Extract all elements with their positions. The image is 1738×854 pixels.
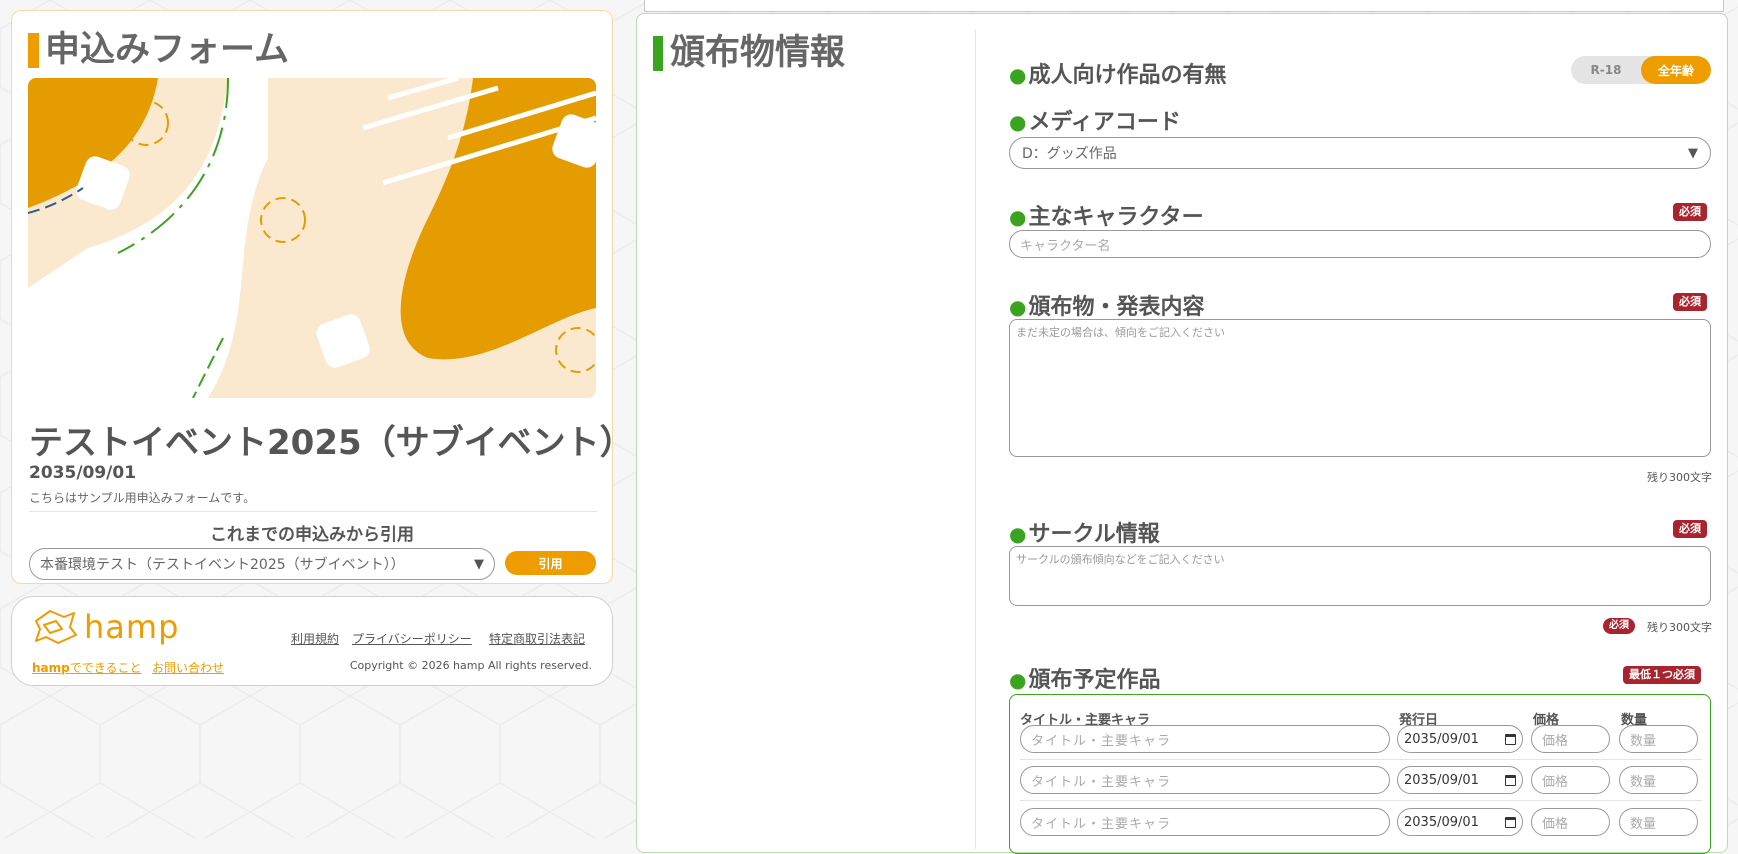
required-badge: 必須 [1673, 293, 1707, 311]
distribution-heading: 頒布物情報 [653, 36, 845, 71]
required-badge: 必須 [1673, 203, 1707, 221]
commerce-law-link[interactable]: 特定商取引法表記 [489, 630, 585, 647]
about-link-brand: hamp [32, 661, 70, 675]
event-date: 2035/09/01 [29, 463, 137, 483]
required-badge-small: 必須 [1603, 618, 1635, 634]
work-title-input[interactable]: タイトル・主要キャラ [1020, 725, 1390, 753]
work-qty-input[interactable]: 数量 [1619, 808, 1698, 836]
content-label: ●頒布物・発表内容 [1009, 295, 1205, 320]
circle-info-label: ●サークル情報 [1009, 522, 1160, 547]
column-divider [975, 29, 976, 849]
previous-application-value: 本番環境テスト（テストイベント2025（サブイベント）） [40, 557, 405, 573]
age-rating-toggle[interactable]: R-18 全年齢 [1571, 56, 1711, 84]
work-price-input[interactable]: 価格 [1531, 808, 1610, 836]
event-hero-image [28, 78, 596, 398]
event-title: テストイベント2025（サブイベント） [29, 423, 634, 463]
r18-option[interactable]: R-18 [1571, 56, 1641, 84]
work-date-value: 2035/09/01 [1404, 814, 1479, 830]
work-qty-input[interactable]: 数量 [1619, 725, 1698, 753]
divider [29, 511, 597, 512]
previous-application-select[interactable]: 本番環境テスト（テストイベント2025（サブイベント）） ▼ [29, 548, 495, 580]
all-ages-option[interactable]: 全年齢 [1641, 56, 1711, 84]
work-row: タイトル・主要キャラ 2035/09/01 価格 数量 [1020, 762, 1702, 798]
content-textarea[interactable]: まだ未定の場合は、傾向をご記入ください [1009, 319, 1711, 457]
media-code-value: D：グッズ作品 [1022, 146, 1117, 162]
work-date-value: 2035/09/01 [1404, 772, 1479, 788]
work-title-input[interactable]: タイトル・主要キャラ [1020, 808, 1390, 836]
minimum-one-required-badge: 最低１つ必須 [1623, 666, 1701, 684]
copyright: Copyright © 2026 hamp All rights reserve… [349, 659, 592, 672]
media-code-label: ●メディアコード [1009, 110, 1181, 135]
about-link-text: でできること [69, 661, 142, 675]
about-link[interactable]: hampでできること [32, 659, 142, 676]
circle-info-textarea[interactable]: サークルの頒布傾向などをご記入ください [1009, 546, 1711, 606]
adult-content-label: ●成人向け作品の有無 [1009, 63, 1227, 88]
chevron-down-icon: ▼ [474, 556, 484, 572]
form-title: 申込みフォーム [28, 33, 289, 68]
planned-works-table: タイトル・主要キャラ 発行日 価格 数量 タイトル・主要キャラ 2035/09/… [1009, 694, 1711, 854]
character-name-input[interactable]: キャラクター名 [1009, 230, 1711, 258]
media-code-label-text: メディアコード [1028, 110, 1181, 135]
copy-button[interactable]: 引用 [505, 551, 596, 575]
logo-text: hamp [84, 608, 180, 646]
work-date-input[interactable]: 2035/09/01 [1397, 808, 1523, 836]
contact-link[interactable]: お問い合わせ [152, 659, 224, 676]
work-title-input[interactable]: タイトル・主要キャラ [1020, 766, 1390, 794]
work-row: タイトル・主要キャラ 2035/09/01 価格 数量 [1020, 721, 1702, 757]
planned-works-label-text: 頒布予定作品 [1028, 668, 1161, 693]
work-date-input[interactable]: 2035/09/01 [1397, 725, 1523, 753]
content-remaining-count: 残り300文字 [1647, 471, 1712, 484]
privacy-link[interactable]: プライバシーポリシー [352, 630, 472, 647]
row-separator [1020, 759, 1702, 760]
calendar-icon[interactable] [1505, 774, 1516, 786]
application-form-card: 申込みフォーム テストイベント2025（サブイベント） 2035/09/01 こ… [11, 10, 634, 584]
copy-heading: これまでの申込みから引用 [210, 525, 414, 545]
characters-label-text: 主なキャラクター [1028, 205, 1204, 230]
distribution-panel: 頒布物情報 ●成人向け作品の有無 R-18 全年齢 ●メディアコード D：グッズ… [636, 13, 1728, 854]
hamp-logo-icon [35, 610, 77, 644]
characters-label: ●主なキャラクター [1009, 205, 1204, 230]
work-price-input[interactable]: 価格 [1531, 766, 1610, 794]
chevron-down-icon: ▼ [1688, 145, 1698, 161]
content-label-text: 頒布物・発表内容 [1028, 295, 1205, 320]
required-badge: 必須 [1673, 520, 1707, 538]
row-separator [1020, 800, 1702, 801]
work-qty-input[interactable]: 数量 [1619, 766, 1698, 794]
media-code-select[interactable]: D：グッズ作品 ▼ [1009, 137, 1711, 169]
adult-content-label-text: 成人向け作品の有無 [1028, 63, 1227, 88]
circle-info-label-text: サークル情報 [1028, 522, 1160, 547]
top-bar [644, 0, 1724, 12]
circle-remaining-count: 残り300文字 [1647, 621, 1712, 634]
work-date-value: 2035/09/01 [1404, 731, 1479, 747]
work-row: タイトル・主要キャラ 2035/09/01 価格 数量 [1020, 804, 1702, 840]
event-description: こちらはサンプル用申込みフォームです。 [29, 491, 256, 505]
work-price-input[interactable]: 価格 [1531, 725, 1610, 753]
planned-works-label: ●頒布予定作品 [1009, 668, 1161, 693]
hamp-logo[interactable]: hamp [32, 607, 179, 647]
footer: hamp hampでできること お問い合わせ 利用規約 プライバシーポリシー 特… [11, 596, 613, 686]
calendar-icon[interactable] [1505, 733, 1516, 745]
work-date-input[interactable]: 2035/09/01 [1397, 766, 1523, 794]
calendar-icon[interactable] [1505, 816, 1516, 828]
terms-link[interactable]: 利用規約 [291, 630, 339, 647]
